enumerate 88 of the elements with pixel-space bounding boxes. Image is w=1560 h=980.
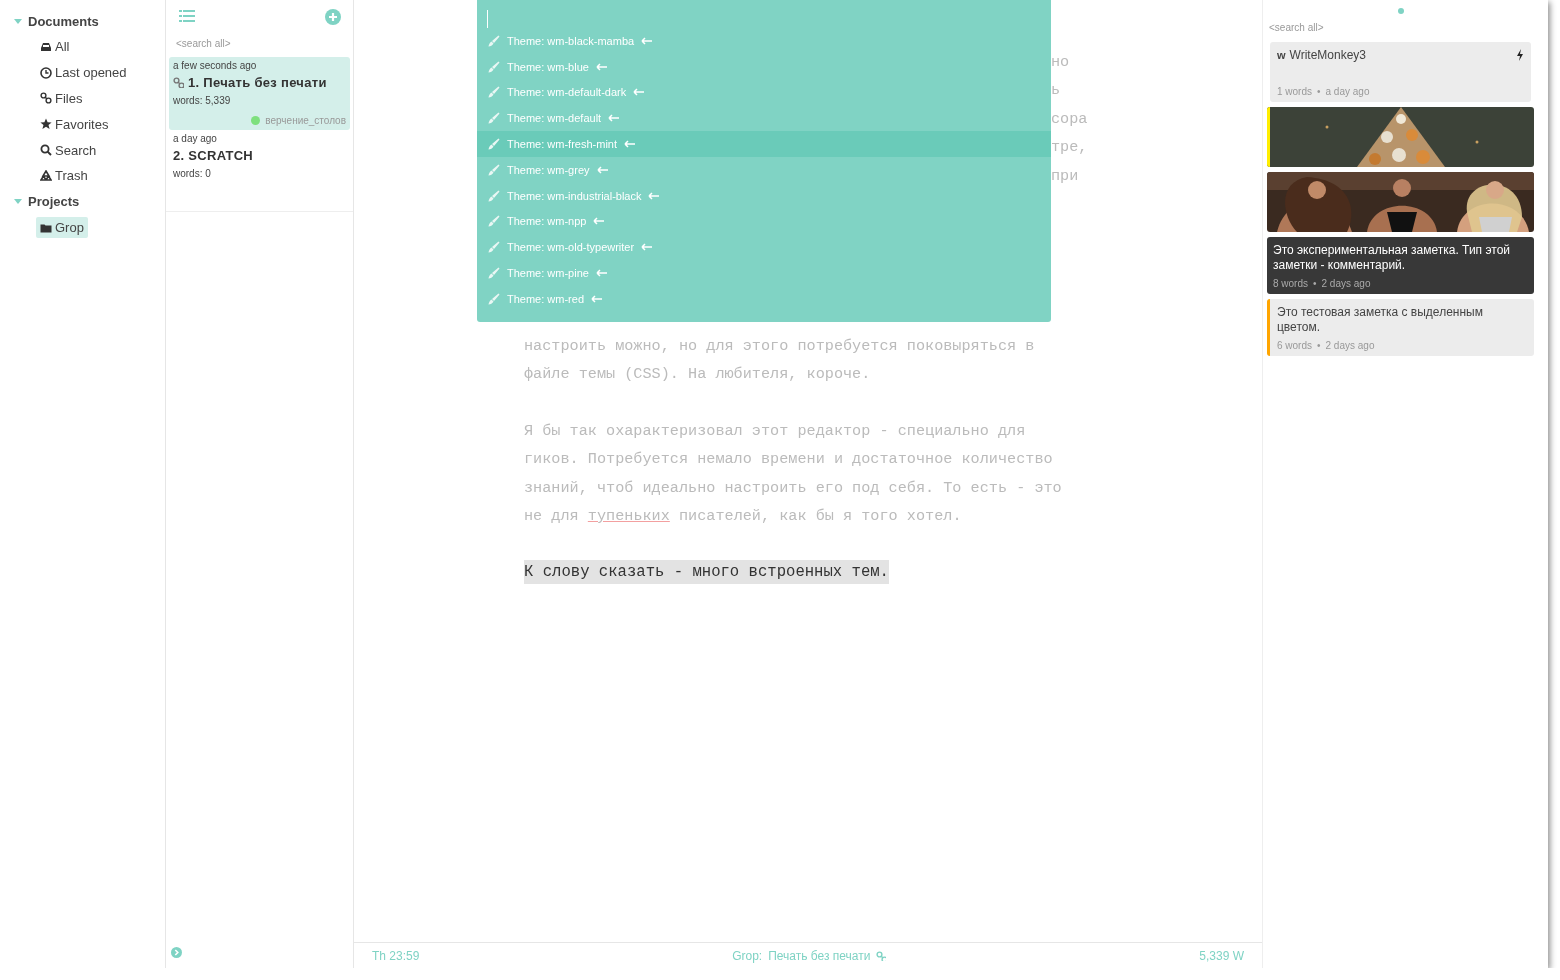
arrow-icon xyxy=(608,114,621,123)
text-fragment: ь xyxy=(1051,81,1061,100)
word-count: words: 5,339 xyxy=(173,95,232,106)
link-icon xyxy=(40,92,52,105)
note-item[interactable]: a few seconds ago 1. Печать без печати words: 5,339 верчение_столов xyxy=(169,57,350,130)
brush-icon xyxy=(488,267,500,280)
document-name: Печать без печати xyxy=(768,948,871,963)
sidebar-item[interactable]: Grop xyxy=(36,217,88,239)
search-icon xyxy=(40,144,52,157)
highlighted-text: К слову сказать - много встроенных тем. xyxy=(524,560,889,585)
brush-icon xyxy=(488,189,500,202)
note-age: 2 days ago xyxy=(1325,340,1375,351)
word-count: 8 words xyxy=(1273,278,1308,289)
brush-icon xyxy=(488,34,500,47)
separator-dot: • xyxy=(1313,278,1317,289)
expand-arrow-icon[interactable] xyxy=(14,18,22,24)
brush-icon xyxy=(488,292,500,305)
note-time: a day ago xyxy=(173,133,218,144)
word-count: words: 0 xyxy=(173,168,212,179)
star-icon xyxy=(40,118,52,131)
text-line: не для тупеньких писателей, как бы я того хотел. xyxy=(524,506,962,525)
note-time: a few seconds ago xyxy=(173,60,258,71)
separator-dot: • xyxy=(1317,340,1321,351)
text-fragment: но xyxy=(1051,53,1070,71)
brush-icon xyxy=(488,60,500,73)
word-count: 1 words xyxy=(1277,86,1312,97)
text-line: настроить можно, но для этого потребуется поковыряться в xyxy=(524,336,1035,355)
brush-icon xyxy=(488,163,500,176)
project-name: Grop: xyxy=(732,948,763,963)
tag-label: верчение_столов xyxy=(265,115,346,126)
arrow-icon xyxy=(595,62,608,71)
section-title: Documents xyxy=(28,13,99,29)
separator-dot: • xyxy=(1317,86,1321,97)
search-field[interactable]: <search all> xyxy=(166,29,336,57)
expand-arrow-icon[interactable] xyxy=(14,199,22,205)
arrow-icon xyxy=(648,191,661,200)
word-count: 6 words xyxy=(1277,340,1312,351)
page-dot-icon[interactable] xyxy=(1397,8,1404,14)
text-fragment: сора xyxy=(1051,109,1088,128)
brush-icon xyxy=(488,86,500,99)
brush-icon xyxy=(488,215,500,228)
arrow-icon xyxy=(641,36,654,45)
note-card[interactable]: Это тестовая заметка с выделенным цветом. 6 words • 2 days ago xyxy=(1267,299,1534,356)
word-count: 5,339 W xyxy=(1199,948,1244,963)
arrow-icon xyxy=(591,294,604,303)
note-text: Это экспериментальная заметка. Тип этой заметки - комментарий. xyxy=(1273,243,1511,273)
note-text: Это тестовая заметка с выделенным цветом. xyxy=(1277,305,1484,335)
sidebar-item[interactable]: Trash xyxy=(36,165,92,187)
text-fragment: при xyxy=(1051,166,1079,185)
text-fragment: тре, xyxy=(1051,138,1088,157)
note-card[interactable]: w WriteMonkey3 1 words • a day ago xyxy=(1270,42,1531,102)
note-age: a day ago xyxy=(1325,86,1370,97)
comment-card[interactable]: Это экспериментальная заметка. Тип этой заметки - комментарий. 8 words • 2 days ago xyxy=(1267,237,1534,294)
text-line: Я бы так охарактеризовал этот редактор - специально для xyxy=(524,421,1026,440)
brush-icon xyxy=(488,138,500,151)
arrow-icon xyxy=(595,269,608,278)
arrow-icon xyxy=(633,88,646,97)
arrow-icon xyxy=(593,217,606,226)
recycle-icon xyxy=(40,169,52,182)
inbox-icon xyxy=(40,40,52,53)
brush-icon xyxy=(488,112,500,125)
list-icon xyxy=(179,9,195,23)
lightning-icon xyxy=(1516,49,1524,61)
link-icon xyxy=(876,950,887,961)
sidebar-item[interactable]: Last opened xyxy=(36,62,131,84)
note-title: WriteMonkey3 xyxy=(1289,48,1367,62)
chevron-icon xyxy=(171,947,182,958)
arrow-icon xyxy=(596,165,609,174)
note-prefix: w xyxy=(1277,49,1286,61)
note-age: 2 days ago xyxy=(1321,278,1371,289)
brush-icon xyxy=(488,241,500,254)
text-line: знаний, чтоб идеально настроить его под себя. То есть - это xyxy=(524,478,1062,497)
note-title: 1. Печать без печати xyxy=(188,75,327,90)
sidebar-item[interactable]: All xyxy=(36,36,74,58)
arrow-icon xyxy=(624,140,637,149)
section-title: Projects xyxy=(28,194,80,210)
note-item[interactable]: a day ago 2. SCRATCH words: 0 xyxy=(169,130,350,183)
sidebar-item[interactable]: Search xyxy=(36,139,101,161)
sidebar-item[interactable]: Favorites xyxy=(36,113,113,135)
arrow-icon xyxy=(641,243,654,252)
sidebar-item[interactable]: Files xyxy=(36,88,87,109)
clock-icon xyxy=(40,66,52,79)
search-field[interactable]: <search all> xyxy=(1267,14,1391,42)
text-line: файле темы (CSS). На любителя, короче. xyxy=(524,365,871,384)
note-title: 2. SCRATCH xyxy=(173,148,254,163)
add-icon xyxy=(325,9,341,25)
status-time: Th 23:59 xyxy=(372,948,420,963)
text-line: гиков. Потребуется немало времени и достаточное количество xyxy=(524,450,1053,469)
